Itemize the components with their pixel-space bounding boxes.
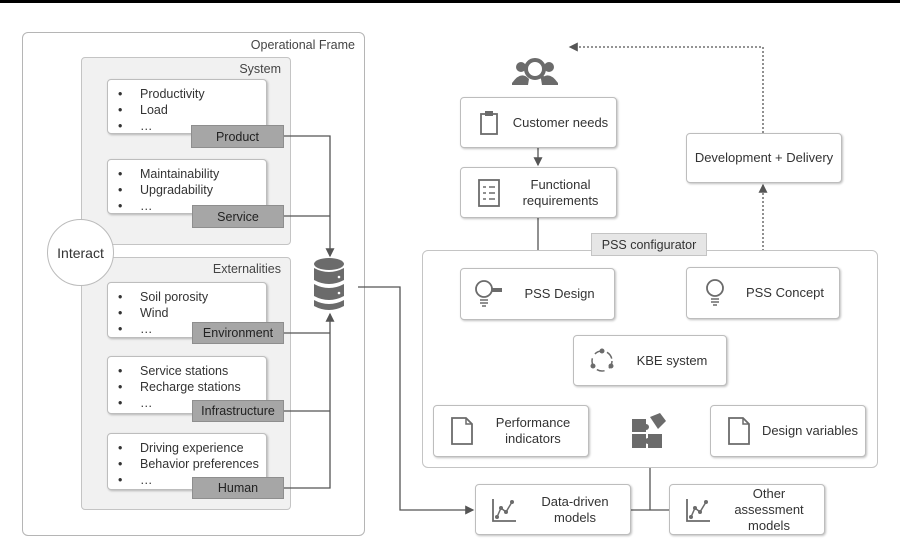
design-variables-box: Design variables — [710, 405, 866, 457]
kbe-system-label: KBE system — [636, 352, 708, 368]
lightbulb-icon — [693, 278, 737, 308]
document-icon — [717, 416, 761, 446]
functional-requirements-box: Functional requirements — [460, 167, 617, 218]
data-driven-models-box: Data-driven models — [475, 484, 631, 535]
customer-group-icon — [512, 58, 558, 85]
performance-indicators-label: Performance indicators — [495, 415, 571, 446]
document-icon — [440, 416, 484, 446]
puzzle-icon — [632, 413, 666, 448]
functional-requirements-label: Functional requirements — [522, 176, 599, 208]
lightbulb-pencil-icon — [467, 279, 511, 309]
data-driven-models-label: Data-driven models — [541, 493, 609, 525]
clipboard-icon — [467, 110, 511, 136]
development-delivery-label: Development + Delivery — [694, 150, 834, 165]
other-assessment-models-box: Other assessment models — [669, 484, 825, 535]
pss-concept-box: PSS Concept — [686, 267, 840, 319]
pss-concept-label: PSS Concept — [745, 285, 825, 300]
customer-needs-box: Customer needs — [460, 97, 617, 148]
line-chart-icon — [676, 497, 720, 523]
development-delivery-box: Development + Delivery — [686, 133, 842, 183]
other-assessment-models-label: Other assessment models — [734, 485, 804, 533]
pss-design-label: PSS Design — [524, 286, 595, 301]
pss-configurator-title: PSS configurator — [591, 233, 707, 256]
database-icon — [314, 258, 344, 310]
performance-indicators-box: Performance indicators — [433, 405, 589, 457]
checklist-icon — [467, 178, 511, 207]
customer-needs-label: Customer needs — [512, 114, 609, 130]
design-variables-label: Design variables — [761, 423, 859, 438]
kbe-system-box: KBE system — [573, 335, 727, 386]
cycle-nodes-icon — [580, 348, 624, 374]
line-chart-icon — [482, 497, 526, 523]
pss-design-box: PSS Design — [460, 268, 615, 320]
